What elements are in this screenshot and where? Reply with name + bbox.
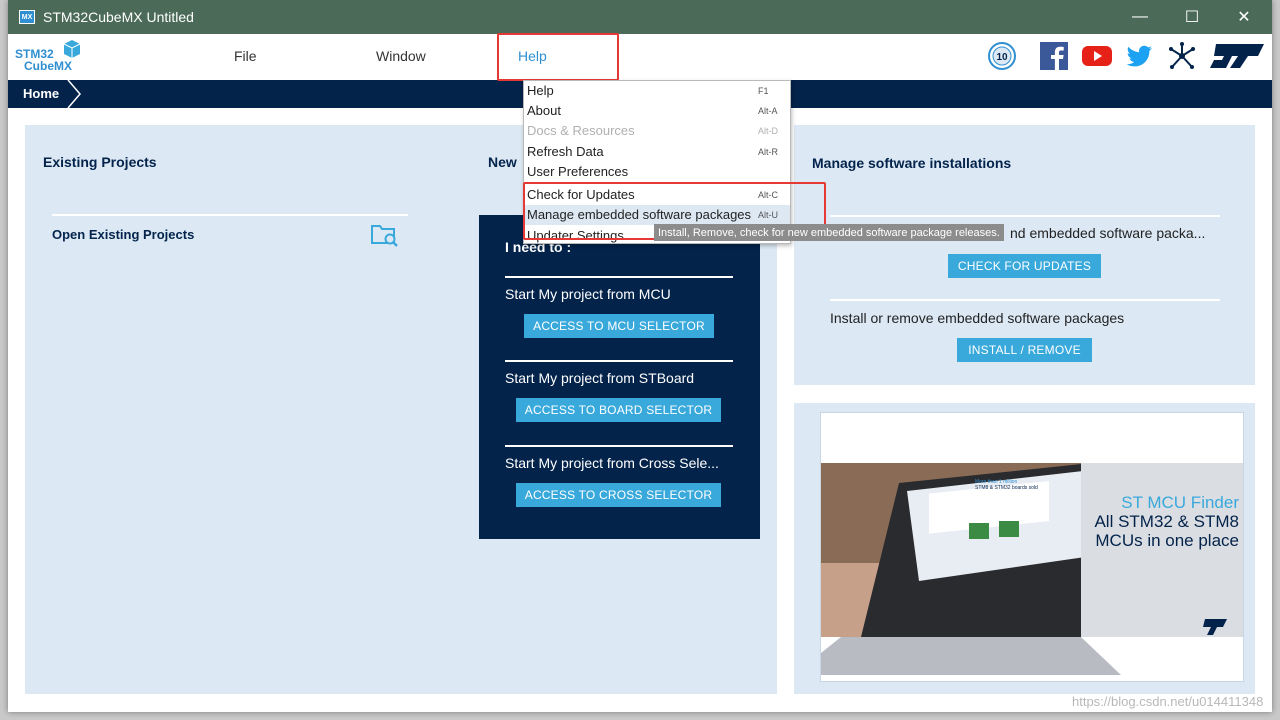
- access-mcu-selector-button[interactable]: ACCESS TO MCU SELECTOR: [524, 314, 714, 338]
- divider: [505, 360, 733, 362]
- title-bar[interactable]: MX STM32CubeMX Untitled — ☐ ✕: [8, 0, 1272, 34]
- menu-item-about[interactable]: About Alt-A: [524, 101, 790, 121]
- new-project-heading: New: [488, 154, 517, 170]
- manage-software-heading: Manage software installations: [812, 155, 1012, 171]
- divider: [830, 299, 1220, 301]
- banner-screen-sub: STM8 & STM32 boards sold: [975, 485, 1038, 491]
- menu-tooltip: Install, Remove, check for new embedded …: [654, 224, 1004, 241]
- twitter-icon[interactable]: [1123, 40, 1155, 72]
- stm32cubemx-logo: STM32 CubeMX: [14, 38, 84, 76]
- app-window: MX STM32CubeMX Untitled — ☐ ✕ STM32 Cube…: [8, 0, 1272, 712]
- stboard-row-label: Start My project from STBoard: [505, 370, 695, 386]
- st-logo-icon[interactable]: [1206, 40, 1266, 72]
- minimize-button[interactable]: —: [1114, 0, 1166, 34]
- menu-item-refresh-data[interactable]: Refresh Data Alt-R: [524, 142, 790, 162]
- menu-bar: STM32 CubeMX File Window Help 10: [8, 34, 1272, 80]
- breadcrumb-chevron-icon: [67, 80, 81, 108]
- menu-item-help[interactable]: Help F1: [524, 81, 790, 101]
- window-title: STM32CubeMX Untitled: [43, 9, 194, 25]
- facebook-icon[interactable]: [1038, 40, 1070, 72]
- watermark-text: https://blog.csdn.net/u014411348: [1072, 694, 1264, 709]
- breadcrumb-home[interactable]: Home: [23, 86, 59, 101]
- existing-projects-heading: Existing Projects: [43, 154, 157, 170]
- menu-item-user-preferences[interactable]: User Preferences: [524, 162, 790, 182]
- network-share-icon[interactable]: [1166, 40, 1198, 72]
- app-icon: MX: [19, 10, 35, 24]
- maximize-button[interactable]: ☐: [1166, 0, 1218, 34]
- banner-line3: MCUs in one place: [1095, 531, 1239, 550]
- new-project-box: I need to : Start My project from MCU AC…: [479, 215, 760, 539]
- access-cross-selector-button[interactable]: ACCESS TO CROSS SELECTOR: [516, 483, 721, 507]
- menu-file[interactable]: File: [234, 48, 257, 64]
- install-remove-button[interactable]: INSTALL / REMOVE: [957, 338, 1092, 362]
- divider: [505, 445, 733, 447]
- open-existing-projects[interactable]: Open Existing Projects: [52, 227, 194, 242]
- mcu-finder-banner[interactable]: More than 1 million STM8 & STM32 boards …: [820, 412, 1244, 682]
- mcu-row-label: Start My project from MCU: [505, 286, 671, 302]
- access-board-selector-button[interactable]: ACCESS TO BOARD SELECTOR: [516, 398, 721, 422]
- install-remove-text: Install or remove embedded software pack…: [830, 310, 1125, 326]
- divider: [52, 214, 408, 216]
- anniversary-badge-icon[interactable]: 10: [986, 40, 1018, 72]
- divider: [830, 215, 1220, 217]
- open-folder-search-icon[interactable]: [370, 222, 400, 248]
- close-button[interactable]: ✕: [1218, 0, 1270, 34]
- svg-text:10: 10: [996, 52, 1008, 63]
- check-updates-text: nd embedded software packa...: [1010, 225, 1206, 241]
- youtube-icon[interactable]: [1081, 40, 1113, 72]
- check-for-updates-button[interactable]: CHECK FOR UPDATES: [948, 254, 1101, 278]
- banner-title: ST MCU Finder: [1121, 493, 1239, 512]
- menu-item-docs-resources: Docs & Resources Alt-D: [527, 123, 778, 138]
- divider: [505, 276, 733, 278]
- help-menu-highlight: [497, 33, 619, 81]
- banner-line2: All STM32 & STM8: [1094, 512, 1239, 531]
- cross-row-label: Start My project from Cross Sele...: [505, 455, 719, 471]
- menu-window[interactable]: Window: [376, 48, 426, 64]
